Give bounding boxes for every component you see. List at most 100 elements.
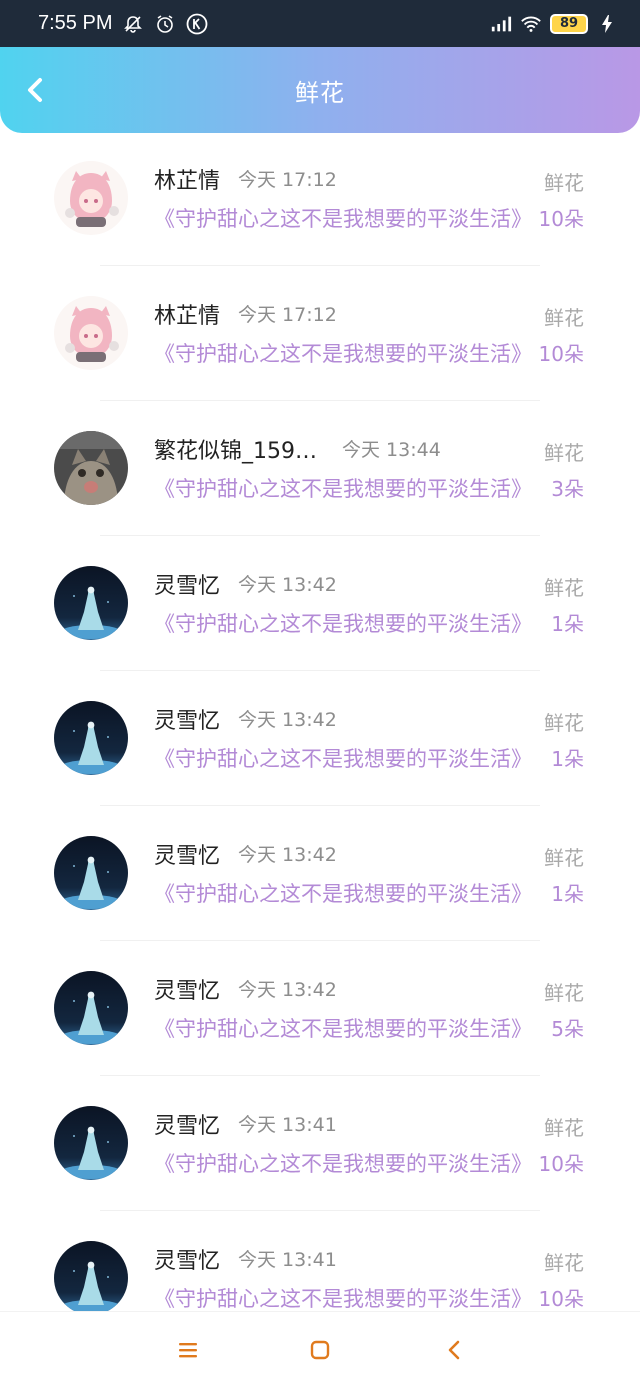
avatar[interactable] xyxy=(54,971,128,1045)
night-figure-avatar-image xyxy=(54,1106,128,1180)
divider xyxy=(100,535,540,536)
book-title-link[interactable]: 《守护甜心之这不是我想要的平淡生活》 xyxy=(154,203,532,233)
gift-type-label: 鲜花 xyxy=(544,711,584,735)
book-title-link[interactable]: 《守护甜心之这不是我想要的平淡生活》 xyxy=(154,743,532,773)
user-name: 灵雪忆 xyxy=(154,1249,221,1274)
gift-count: 10朵 xyxy=(538,207,584,231)
user-name: 灵雪忆 xyxy=(154,1114,221,1139)
night-figure-avatar-image xyxy=(54,701,128,775)
avatar[interactable] xyxy=(54,1241,128,1311)
timestamp: 今天 13:44 xyxy=(342,439,441,461)
book-title-link[interactable]: 《守护甜心之这不是我想要的平淡生活》 xyxy=(154,338,532,368)
avatar[interactable] xyxy=(54,431,128,505)
chevron-left-icon xyxy=(28,78,42,102)
nav-back-button[interactable] xyxy=(440,1336,468,1364)
book-title-link[interactable]: 《守护甜心之这不是我想要的平淡生活》 xyxy=(154,1013,532,1043)
divider xyxy=(100,400,540,401)
menu-button[interactable] xyxy=(174,1336,202,1364)
gift-type-label: 鲜花 xyxy=(544,1251,584,1275)
avatar[interactable] xyxy=(54,566,128,640)
user-name: 繁花似锦_1592... xyxy=(154,439,324,464)
gift-count: 1朵 xyxy=(551,882,584,906)
back-button[interactable] xyxy=(18,73,52,107)
divider xyxy=(100,1075,540,1076)
status-left: 7:55 PM xyxy=(38,12,208,35)
page-title: 鲜花 xyxy=(295,78,345,107)
charging-icon xyxy=(596,13,618,35)
night-figure-avatar-image xyxy=(54,1241,128,1311)
gift-count: 10朵 xyxy=(538,342,584,366)
anime-girl-avatar-image xyxy=(54,296,128,370)
gift-count: 10朵 xyxy=(538,1152,584,1176)
status-bar: 7:55 PM 89 xyxy=(0,0,640,47)
night-figure-avatar-image xyxy=(54,971,128,1045)
timestamp: 今天 17:12 xyxy=(238,169,337,191)
timestamp: 今天 13:42 xyxy=(238,574,337,596)
list-item[interactable]: 灵雪忆 今天 13:42 《守护甜心之这不是我想要的平淡生活》 鲜花 1朵 xyxy=(0,826,640,961)
battery-indicator: 89 xyxy=(550,13,588,34)
alarm-icon xyxy=(154,13,176,35)
night-figure-avatar-image xyxy=(54,836,128,910)
timestamp: 今天 17:12 xyxy=(238,304,337,326)
avatar[interactable] xyxy=(54,296,128,370)
avatar[interactable] xyxy=(54,161,128,235)
header-bar: 鲜花 xyxy=(0,47,640,133)
user-name: 灵雪忆 xyxy=(154,709,221,734)
user-name: 灵雪忆 xyxy=(154,574,221,599)
divider xyxy=(100,670,540,671)
status-right: 89 xyxy=(490,13,618,35)
list-item[interactable]: 灵雪忆 今天 13:42 《守护甜心之这不是我想要的平淡生活》 鲜花 5朵 xyxy=(0,961,640,1096)
list-item[interactable]: 灵雪忆 今天 13:41 《守护甜心之这不是我想要的平淡生活》 鲜花 10朵 xyxy=(0,1231,640,1311)
book-title-link[interactable]: 《守护甜心之这不是我想要的平淡生活》 xyxy=(154,1283,532,1311)
menu-icon xyxy=(179,1343,197,1358)
gift-type-label: 鲜花 xyxy=(544,846,584,870)
gift-count: 1朵 xyxy=(551,747,584,771)
back-triangle-icon xyxy=(448,1340,460,1360)
status-time: 7:55 PM xyxy=(38,12,113,34)
gift-count: 5朵 xyxy=(551,1017,584,1041)
divider xyxy=(100,805,540,806)
anime-girl-avatar-image xyxy=(54,161,128,235)
list-item[interactable]: 灵雪忆 今天 13:42 《守护甜心之这不是我想要的平淡生活》 鲜花 1朵 xyxy=(0,556,640,691)
book-title-link[interactable]: 《守护甜心之这不是我想要的平淡生活》 xyxy=(154,1148,532,1178)
bell-off-icon xyxy=(122,13,144,35)
night-figure-avatar-image xyxy=(54,566,128,640)
flower-record-list: 林芷情 今天 17:12 《守护甜心之这不是我想要的平淡生活》 鲜花 10朵 林… xyxy=(0,151,640,1311)
divider xyxy=(100,1210,540,1211)
system-nav-bar xyxy=(0,1311,640,1387)
gift-type-label: 鲜花 xyxy=(544,441,584,465)
user-name: 灵雪忆 xyxy=(154,844,221,869)
avatar[interactable] xyxy=(54,1106,128,1180)
timestamp: 今天 13:41 xyxy=(238,1114,337,1136)
avatar[interactable] xyxy=(54,836,128,910)
k-icon xyxy=(186,13,208,35)
gift-type-label: 鲜花 xyxy=(544,171,584,195)
divider xyxy=(100,940,540,941)
gift-type-label: 鲜花 xyxy=(544,981,584,1005)
user-name: 林芷情 xyxy=(154,304,221,329)
book-title-link[interactable]: 《守护甜心之这不是我想要的平淡生活》 xyxy=(154,608,532,638)
list-item[interactable]: 林芷情 今天 17:12 《守护甜心之这不是我想要的平淡生活》 鲜花 10朵 xyxy=(0,151,640,286)
timestamp: 今天 13:42 xyxy=(238,844,337,866)
divider xyxy=(100,265,540,266)
list-item[interactable]: 繁花似锦_1592... 今天 13:44 《守护甜心之这不是我想要的平淡生活》… xyxy=(0,421,640,556)
timestamp: 今天 13:42 xyxy=(238,709,337,731)
timestamp: 今天 13:41 xyxy=(238,1249,337,1271)
user-name: 灵雪忆 xyxy=(154,979,221,1004)
home-square-icon xyxy=(310,1340,330,1360)
gift-count: 10朵 xyxy=(538,1287,584,1311)
gift-type-label: 鲜花 xyxy=(544,576,584,600)
home-button[interactable] xyxy=(306,1336,334,1364)
book-title-link[interactable]: 《守护甜心之这不是我想要的平淡生活》 xyxy=(154,878,532,908)
avatar[interactable] xyxy=(54,701,128,775)
wifi-icon xyxy=(520,13,542,35)
list-item[interactable]: 灵雪忆 今天 13:41 《守护甜心之这不是我想要的平淡生活》 鲜花 10朵 xyxy=(0,1096,640,1231)
gift-count: 3朵 xyxy=(551,477,584,501)
list-item[interactable]: 灵雪忆 今天 13:42 《守护甜心之这不是我想要的平淡生活》 鲜花 1朵 xyxy=(0,691,640,826)
signal-icon xyxy=(490,13,512,35)
gift-type-label: 鲜花 xyxy=(544,1116,584,1140)
gift-count: 1朵 xyxy=(551,612,584,636)
list-item[interactable]: 林芷情 今天 17:12 《守护甜心之这不是我想要的平淡生活》 鲜花 10朵 xyxy=(0,286,640,421)
book-title-link[interactable]: 《守护甜心之这不是我想要的平淡生活》 xyxy=(154,473,532,503)
cat-avatar-image xyxy=(54,431,128,505)
